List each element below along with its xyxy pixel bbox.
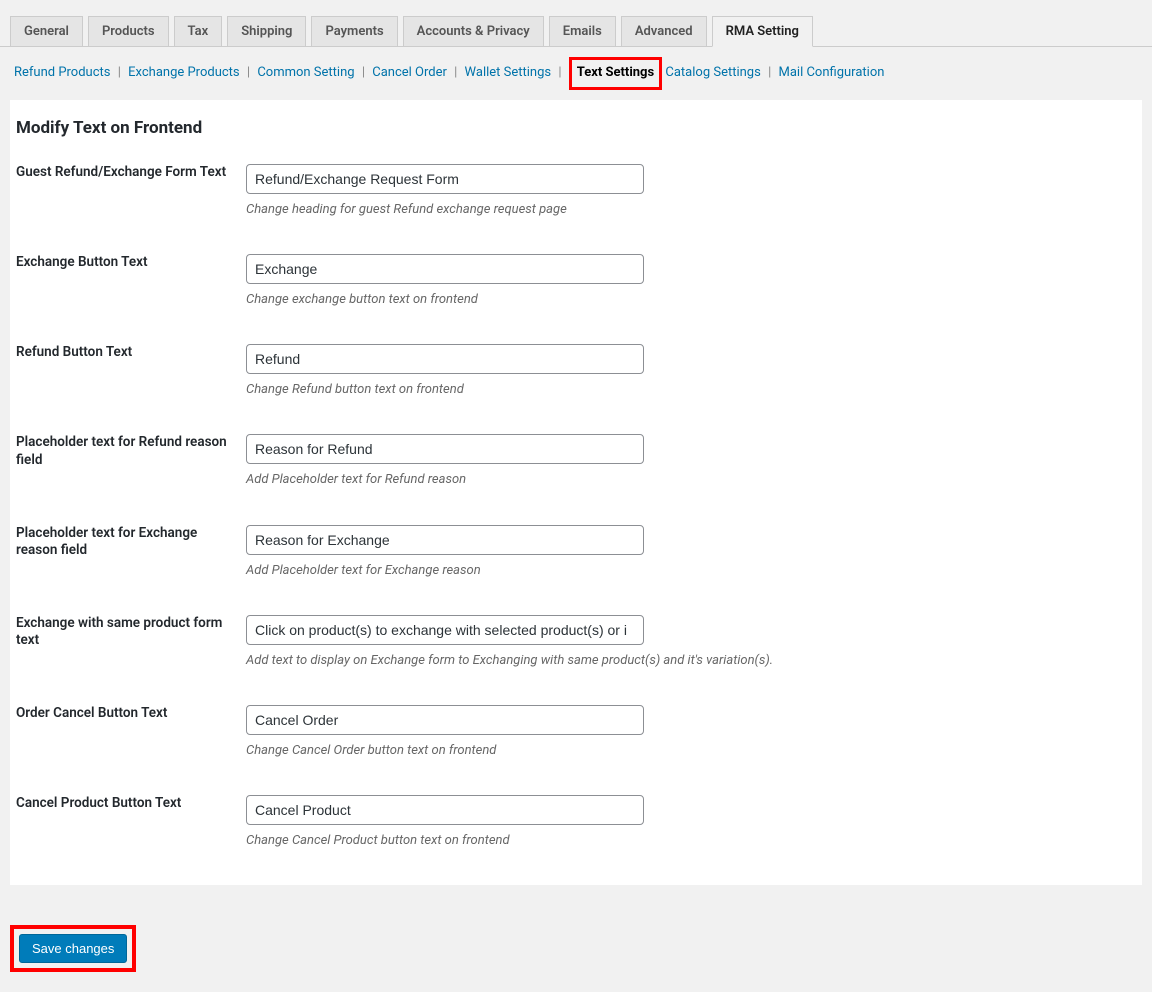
label-refund-btn: Refund Button Text [16,324,246,414]
label-exchange-same: Exchange with same product form text [16,595,246,685]
subnav-mail-configuration[interactable]: Mail Configuration [778,65,884,80]
desc-guest-form: Change heading for guest Refund exchange… [246,201,1126,219]
save-area: Save changes [0,885,1152,992]
settings-form-table: Guest Refund/Exchange Form Text Change h… [16,144,1136,866]
text-settings-highlight: Text Settings [569,57,662,90]
input-exchange-btn[interactable] [246,254,644,284]
desc-exchange-placeholder: Add Placeholder text for Exchange reason [246,562,1126,580]
subnav-wallet-settings[interactable]: Wallet Settings [465,65,552,80]
input-order-cancel[interactable] [246,705,644,735]
tab-general[interactable]: General [10,16,83,47]
tab-rma-setting[interactable]: RMA Setting [712,16,813,47]
tab-emails[interactable]: Emails [549,16,616,47]
label-exchange-btn: Exchange Button Text [16,234,246,324]
tab-shipping[interactable]: Shipping [227,16,306,47]
input-guest-form[interactable] [246,164,644,194]
label-cancel-product: Cancel Product Button Text [16,775,246,865]
tab-accounts[interactable]: Accounts & Privacy [403,16,544,47]
desc-cancel-product: Change Cancel Product button text on fro… [246,832,1126,850]
input-cancel-product[interactable] [246,795,644,825]
content-panel: Modify Text on Frontend Guest Refund/Exc… [10,100,1142,886]
desc-exchange-btn: Change exchange button text on frontend [246,291,1126,309]
desc-refund-placeholder: Add Placeholder text for Refund reason [246,471,1126,489]
subnav-refund-products[interactable]: Refund Products [14,65,110,80]
input-exchange-same[interactable] [246,615,644,645]
desc-exchange-same: Add text to display on Exchange form to … [246,652,1126,670]
desc-refund-btn: Change Refund button text on frontend [246,381,1126,399]
subnav-catalog-settings[interactable]: Catalog Settings [665,65,760,80]
input-exchange-placeholder[interactable] [246,525,644,555]
input-refund-placeholder[interactable] [246,434,644,464]
input-refund-btn[interactable] [246,344,644,374]
sub-navigation: Refund Products | Exchange Products | Co… [0,47,1152,100]
main-tabs: General Products Tax Shipping Payments A… [0,0,1152,47]
label-order-cancel: Order Cancel Button Text [16,685,246,775]
subnav-cancel-order[interactable]: Cancel Order [372,65,447,80]
desc-order-cancel: Change Cancel Order button text on front… [246,742,1126,760]
tab-advanced[interactable]: Advanced [621,16,707,47]
subnav-exchange-products[interactable]: Exchange Products [128,65,240,80]
tab-products[interactable]: Products [88,16,169,47]
label-exchange-placeholder: Placeholder text for Exchange reason fie… [16,505,246,595]
label-refund-placeholder: Placeholder text for Refund reason field [16,414,246,504]
subnav-text-settings[interactable]: Text Settings [577,65,654,80]
subnav-common-setting[interactable]: Common Setting [257,65,354,80]
label-guest-form: Guest Refund/Exchange Form Text [16,144,246,234]
save-button[interactable]: Save changes [19,934,127,963]
save-highlight: Save changes [10,925,136,972]
tab-payments[interactable]: Payments [311,16,397,47]
page-title: Modify Text on Frontend [16,110,1136,144]
tab-tax[interactable]: Tax [174,16,223,47]
